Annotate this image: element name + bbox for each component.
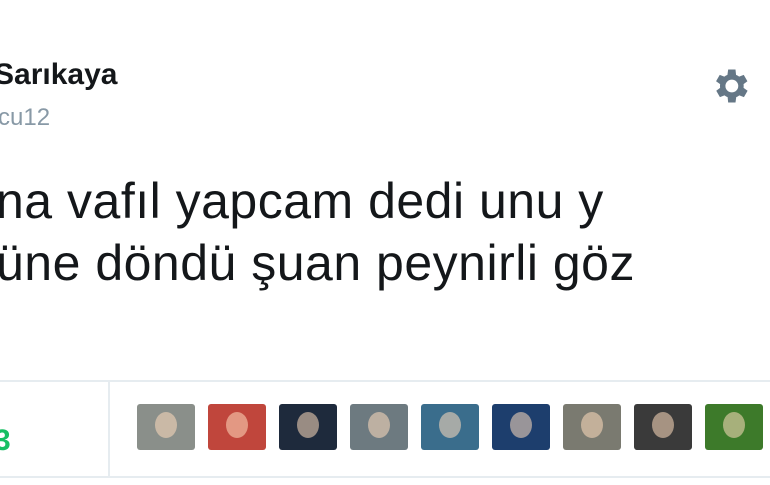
likes-count[interactable]: 3 — [0, 424, 11, 458]
author-handle[interactable]: cu12 — [0, 104, 50, 132]
liker-avatar[interactable] — [208, 404, 266, 450]
liker-avatar[interactable] — [421, 404, 479, 450]
liker-avatar[interactable] — [634, 404, 692, 450]
liker-avatar[interactable] — [563, 404, 621, 450]
author-name[interactable]: Sarıkaya — [0, 58, 117, 92]
liker-avatars — [137, 404, 763, 450]
liker-avatar[interactable] — [705, 404, 763, 450]
tweet-text-line-1: na vafıl yapcam dedi unu y — [0, 173, 604, 229]
stats-divider — [108, 382, 110, 476]
liker-avatar[interactable] — [492, 404, 550, 450]
tweet-text: na vafıl yapcam dedi unu y üne döndü şua… — [0, 170, 770, 294]
gear-icon[interactable] — [708, 64, 752, 108]
liker-avatar[interactable] — [350, 404, 408, 450]
tweet-text-line-2: üne döndü şuan peynirli göz — [0, 235, 635, 291]
liker-avatar[interactable] — [279, 404, 337, 450]
liker-avatar[interactable] — [137, 404, 195, 450]
